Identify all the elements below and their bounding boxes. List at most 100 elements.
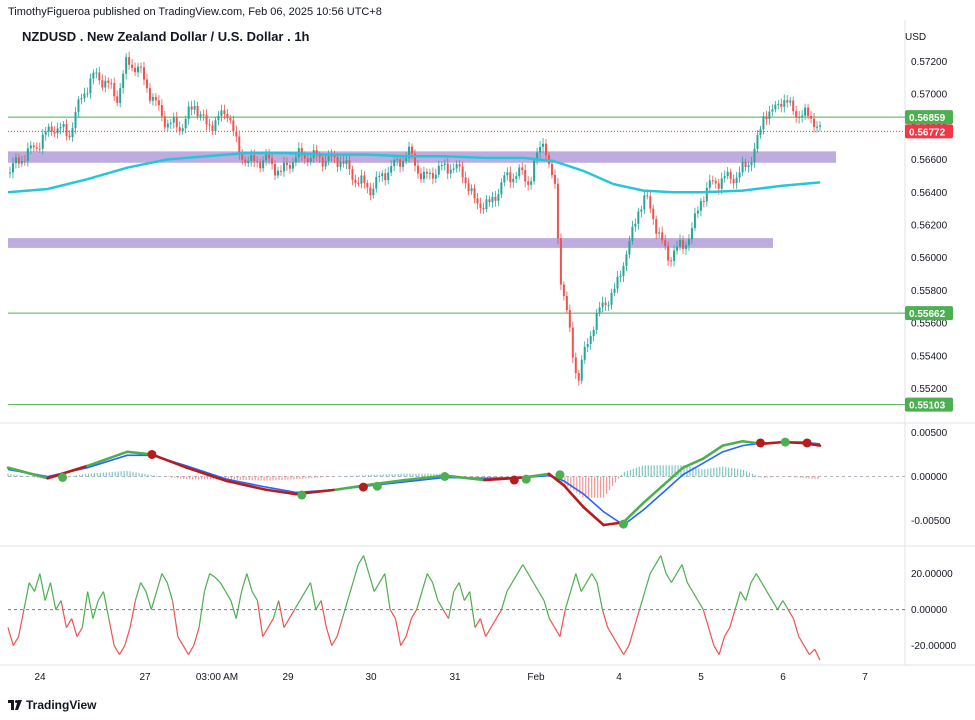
candle [17,157,20,164]
candle [595,313,598,330]
candle [494,196,497,201]
macd-line-segment [721,439,744,447]
candle [250,155,253,161]
oscillator-line-segment [734,591,741,610]
oscillator-line-segment [623,645,630,655]
candle [285,162,288,166]
candle [556,183,559,239]
candle [676,246,679,251]
candle [735,177,738,184]
candle [20,160,23,164]
candle [419,173,422,180]
candle [157,100,160,106]
candle [622,265,625,277]
tradingview-logo-icon [8,700,22,710]
candle [279,170,282,172]
candle [14,157,17,164]
candle [813,118,816,127]
candle [184,118,187,129]
candle [32,145,35,148]
candle [705,187,708,202]
candle [601,302,604,308]
oscillator-line-segment [288,609,296,619]
macd-cross-marker [147,449,157,459]
oscillator-line-segment [12,636,20,646]
oscillator-line-segment [713,645,720,655]
oscillator-line-segment [203,573,211,592]
candle [396,159,399,161]
candle [62,123,65,128]
candle [256,161,259,163]
oscillator-line-segment [347,582,354,601]
oscillator-line-segment [628,627,635,646]
oscillator-line-segment [692,591,699,601]
oscillator-line-segment [368,573,375,592]
oscillator-line-segment [697,600,704,610]
candle [351,169,354,180]
candle [232,120,235,132]
oscillator-line-segment [320,600,328,628]
oscillator-line-segment [7,627,14,646]
candle [77,99,80,112]
candle [288,165,291,169]
candle [729,171,732,179]
oscillator-line-segment [777,600,784,610]
candle [443,163,446,165]
candle [819,125,821,127]
candle [696,210,699,214]
candle [497,194,500,201]
candle [768,111,771,120]
time-tick-label: 30 [365,672,377,683]
candle [658,232,661,234]
candle [131,64,134,68]
candle [95,72,98,74]
oscillator-line-segment [729,609,736,628]
candle [530,181,533,185]
candle [193,105,196,110]
candle [524,170,527,182]
candle [464,177,467,184]
candle [71,128,74,138]
candle [47,126,50,132]
candle [8,172,11,174]
oscillator-line-segment [225,591,232,601]
level-badge-label: 0.55103 [909,401,946,412]
candle [774,104,777,110]
oscillator-line-segment [394,618,402,646]
macd-cross-marker [372,481,382,491]
candle [241,153,244,160]
oscillator-line-segment [654,555,662,565]
candle [723,176,726,179]
oscillator-line-segment [463,591,471,601]
oscillator-line-segment [442,609,450,619]
candle [482,207,485,210]
chart-canvas[interactable]: 0.572000.570000.568000.566000.564000.562… [0,0,975,720]
price-tick-label: 0.56400 [911,188,948,199]
candle [449,169,452,174]
oscillator-line-segment [761,582,768,592]
level-badge-label: 0.56859 [909,113,946,124]
candle [169,122,172,124]
candle [693,213,696,229]
candle [309,157,312,162]
candle [416,165,419,174]
macd-cross-marker [509,475,519,485]
candle [11,163,14,173]
candle [518,167,521,177]
oscillator-line-segment [607,627,614,637]
candle [128,57,131,65]
candle [357,182,360,184]
candle [485,199,488,210]
oscillator-line-segment [325,627,333,646]
candle [68,135,71,138]
candle [244,159,247,163]
candle [744,161,747,167]
candle [86,93,89,95]
oscillator-line-segment [140,582,147,592]
candle [655,219,658,234]
candle [738,172,741,178]
oscillator-line-segment [665,573,672,583]
candle [220,110,223,116]
candle [753,148,756,163]
candle [226,113,229,119]
